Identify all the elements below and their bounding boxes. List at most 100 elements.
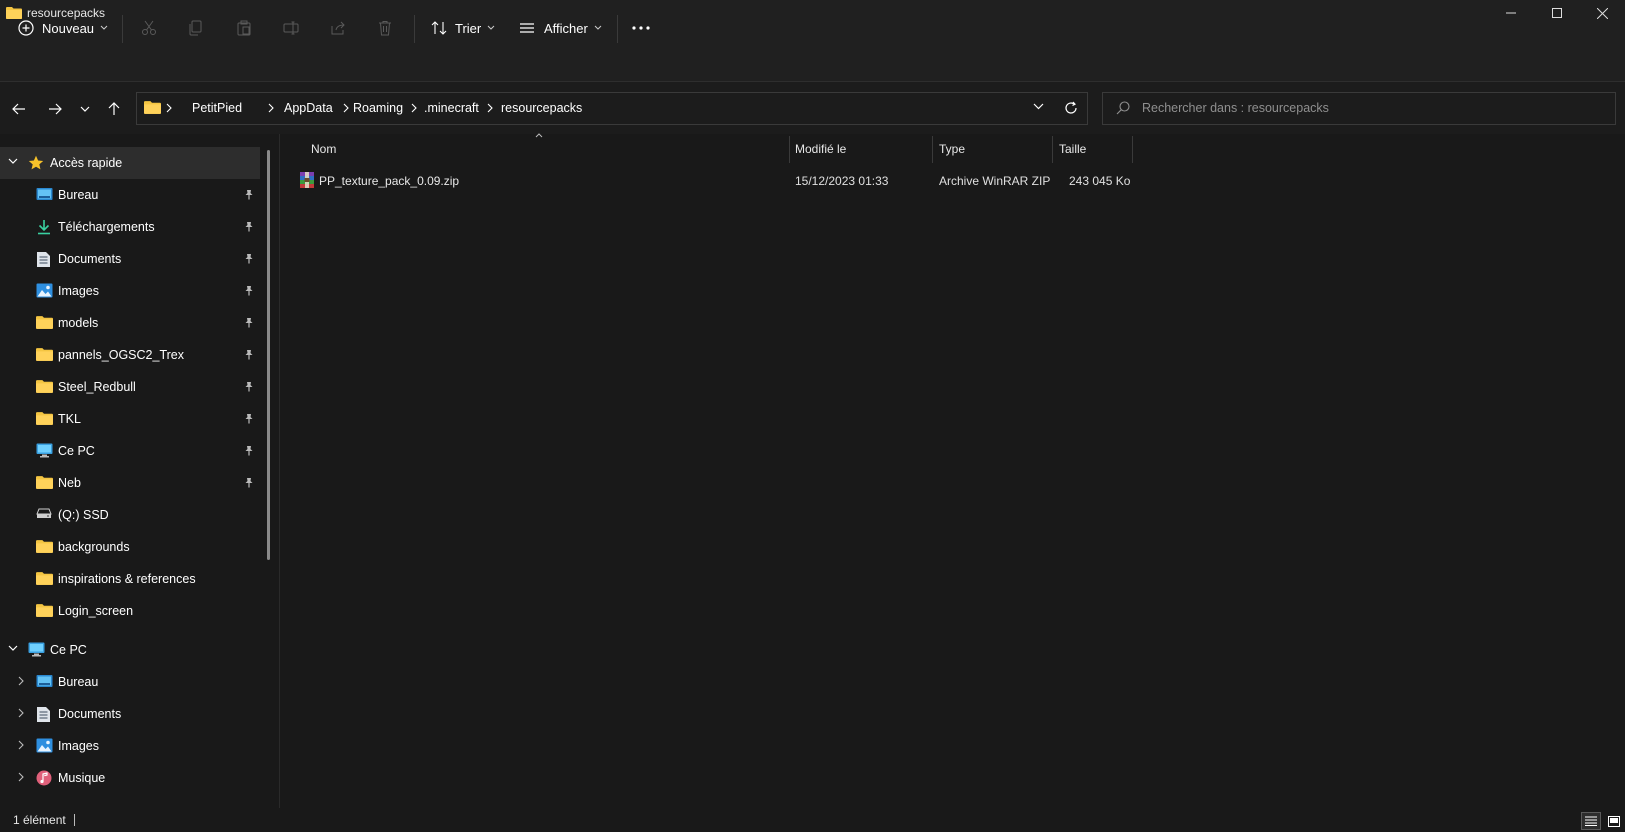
cut-icon[interactable] <box>139 18 159 38</box>
chevron-down-icon <box>80 106 90 112</box>
sidebar-item-pannels-ogsc2-trex[interactable]: pannels_OGSC2_Trex <box>0 339 260 371</box>
details-view-button[interactable] <box>1581 812 1601 830</box>
chevron-down-icon <box>487 25 495 31</box>
delete-icon[interactable] <box>375 18 395 38</box>
close-button[interactable] <box>1579 0 1625 26</box>
sort-button-label: Trier <box>455 20 482 36</box>
address-bar[interactable] <box>136 92 1088 125</box>
rename-icon[interactable] <box>281 18 301 38</box>
details-view-icon <box>1585 816 1597 826</box>
sidebar-item-bureau[interactable]: Bureau <box>0 179 260 211</box>
refresh-button[interactable] <box>1064 101 1078 115</box>
sidebar-item-documents[interactable]: Documents <box>0 698 260 730</box>
sidebar-item-neb[interactable]: Neb <box>0 467 260 499</box>
sort-ascending-icon <box>535 133 543 138</box>
sidebar-item-ce-pc[interactable]: Ce PC <box>0 435 260 467</box>
column-header-modified[interactable]: Modifié le <box>795 142 846 156</box>
breadcrumb-resourcepacks[interactable]: resourcepacks <box>501 101 582 115</box>
sidebar-item-q-ssd[interactable]: (Q:) SSD <box>0 499 260 531</box>
sidebar-item-models[interactable]: models <box>0 307 260 339</box>
refresh-icon <box>1064 101 1078 115</box>
chevron-right-icon <box>343 101 349 113</box>
column-separator[interactable] <box>789 136 790 163</box>
pane-divider[interactable] <box>279 134 280 808</box>
pin-icon <box>244 349 254 360</box>
column-header-type[interactable]: Type <box>939 142 965 156</box>
folder-icon <box>36 475 53 490</box>
column-header-name[interactable]: Nom <box>311 142 336 156</box>
sidebar-item-label: TKL <box>58 412 81 426</box>
folder-icon <box>144 100 161 115</box>
column-separator[interactable] <box>932 136 933 163</box>
large-icons-view-button[interactable] <box>1605 812 1623 830</box>
star-icon <box>28 155 44 171</box>
forward-button[interactable] <box>42 96 68 122</box>
sidebar-item-images[interactable]: Images <box>0 275 260 307</box>
more-options-button[interactable] <box>632 14 650 42</box>
document-icon <box>36 251 51 268</box>
sidebar-item-tkl[interactable]: TKL <box>0 403 260 435</box>
plus-circle-icon <box>18 20 34 36</box>
sidebar-scrollbar[interactable] <box>267 150 270 560</box>
column-separator[interactable] <box>1052 136 1053 163</box>
breadcrumb-appdata[interactable]: AppData <box>284 101 333 115</box>
column-separator[interactable] <box>1132 136 1133 163</box>
breadcrumb-minecraft[interactable]: .minecraft <box>424 101 479 115</box>
winrar-archive-icon <box>299 172 315 188</box>
breadcrumb-petitpied[interactable]: PetitPied <box>192 101 242 115</box>
search-icon <box>1116 101 1130 115</box>
pin-icon <box>244 221 254 232</box>
minimize-button[interactable] <box>1488 0 1534 26</box>
share-icon[interactable] <box>328 18 348 38</box>
toolbar-separator <box>414 15 415 43</box>
folder-icon <box>36 315 53 330</box>
column-header-size[interactable]: Taille <box>1059 142 1086 156</box>
chevron-right-icon <box>268 101 274 113</box>
chevron-down-icon <box>8 645 18 651</box>
chevron-right-icon[interactable] <box>18 676 24 686</box>
view-button[interactable]: Afficher <box>519 14 602 42</box>
document-icon <box>36 706 51 723</box>
chevron-right-icon[interactable] <box>18 708 24 718</box>
sidebar-item-label: Images <box>58 739 99 753</box>
sidebar-item-quick-access[interactable]: Accès rapide <box>0 147 260 179</box>
drive-icon <box>36 507 52 519</box>
sidebar-item-documents[interactable]: Documents <box>0 243 260 275</box>
tiles-view-icon <box>1608 815 1620 827</box>
new-button[interactable]: Nouveau <box>18 14 108 42</box>
copy-icon[interactable] <box>186 18 206 38</box>
chevron-right-icon[interactable] <box>18 740 24 750</box>
back-button[interactable] <box>6 96 32 122</box>
chevron-down-icon <box>594 25 602 31</box>
arrow-up-icon <box>108 102 120 116</box>
sidebar-item-this-pc[interactable]: Ce PC <box>0 634 260 666</box>
view-button-label: Afficher <box>544 20 588 36</box>
maximize-button[interactable] <box>1534 0 1580 26</box>
sidebar-item-login-screen[interactable]: Login_screen <box>0 595 260 627</box>
sidebar-item-inspirations-references[interactable]: inspirations & references <box>0 563 260 595</box>
sidebar-item-t-l-chargements[interactable]: Téléchargements <box>0 211 260 243</box>
folder-icon <box>36 379 53 394</box>
address-history-button[interactable] <box>1033 103 1044 110</box>
sidebar-item-label: Bureau <box>58 675 99 689</box>
arrow-right-icon <box>48 103 62 115</box>
sidebar-item-label: Téléchargements <box>58 220 155 234</box>
sidebar-item-musique[interactable]: Musique <box>0 762 260 794</box>
up-button[interactable] <box>101 96 127 122</box>
toolbar-separator <box>617 15 618 43</box>
pin-icon <box>244 317 254 328</box>
status-separator <box>74 814 75 826</box>
sort-button[interactable]: Trier <box>431 14 495 42</box>
sidebar-item-steel-redbull[interactable]: Steel_Redbull <box>0 371 260 403</box>
recent-locations-button[interactable] <box>72 96 98 122</box>
sidebar-item-bureau[interactable]: Bureau <box>0 666 260 698</box>
chevron-right-icon <box>166 101 172 113</box>
sidebar-item-backgrounds[interactable]: backgrounds <box>0 531 260 563</box>
breadcrumb-roaming[interactable]: Roaming <box>353 101 403 115</box>
sidebar-item-images[interactable]: Images <box>0 730 260 762</box>
chevron-right-icon[interactable] <box>18 772 24 782</box>
list-view-icon <box>519 20 535 36</box>
sidebar-item-label: Musique <box>58 771 106 785</box>
sidebar-item-label: models <box>58 316 99 330</box>
paste-icon[interactable] <box>234 18 254 38</box>
